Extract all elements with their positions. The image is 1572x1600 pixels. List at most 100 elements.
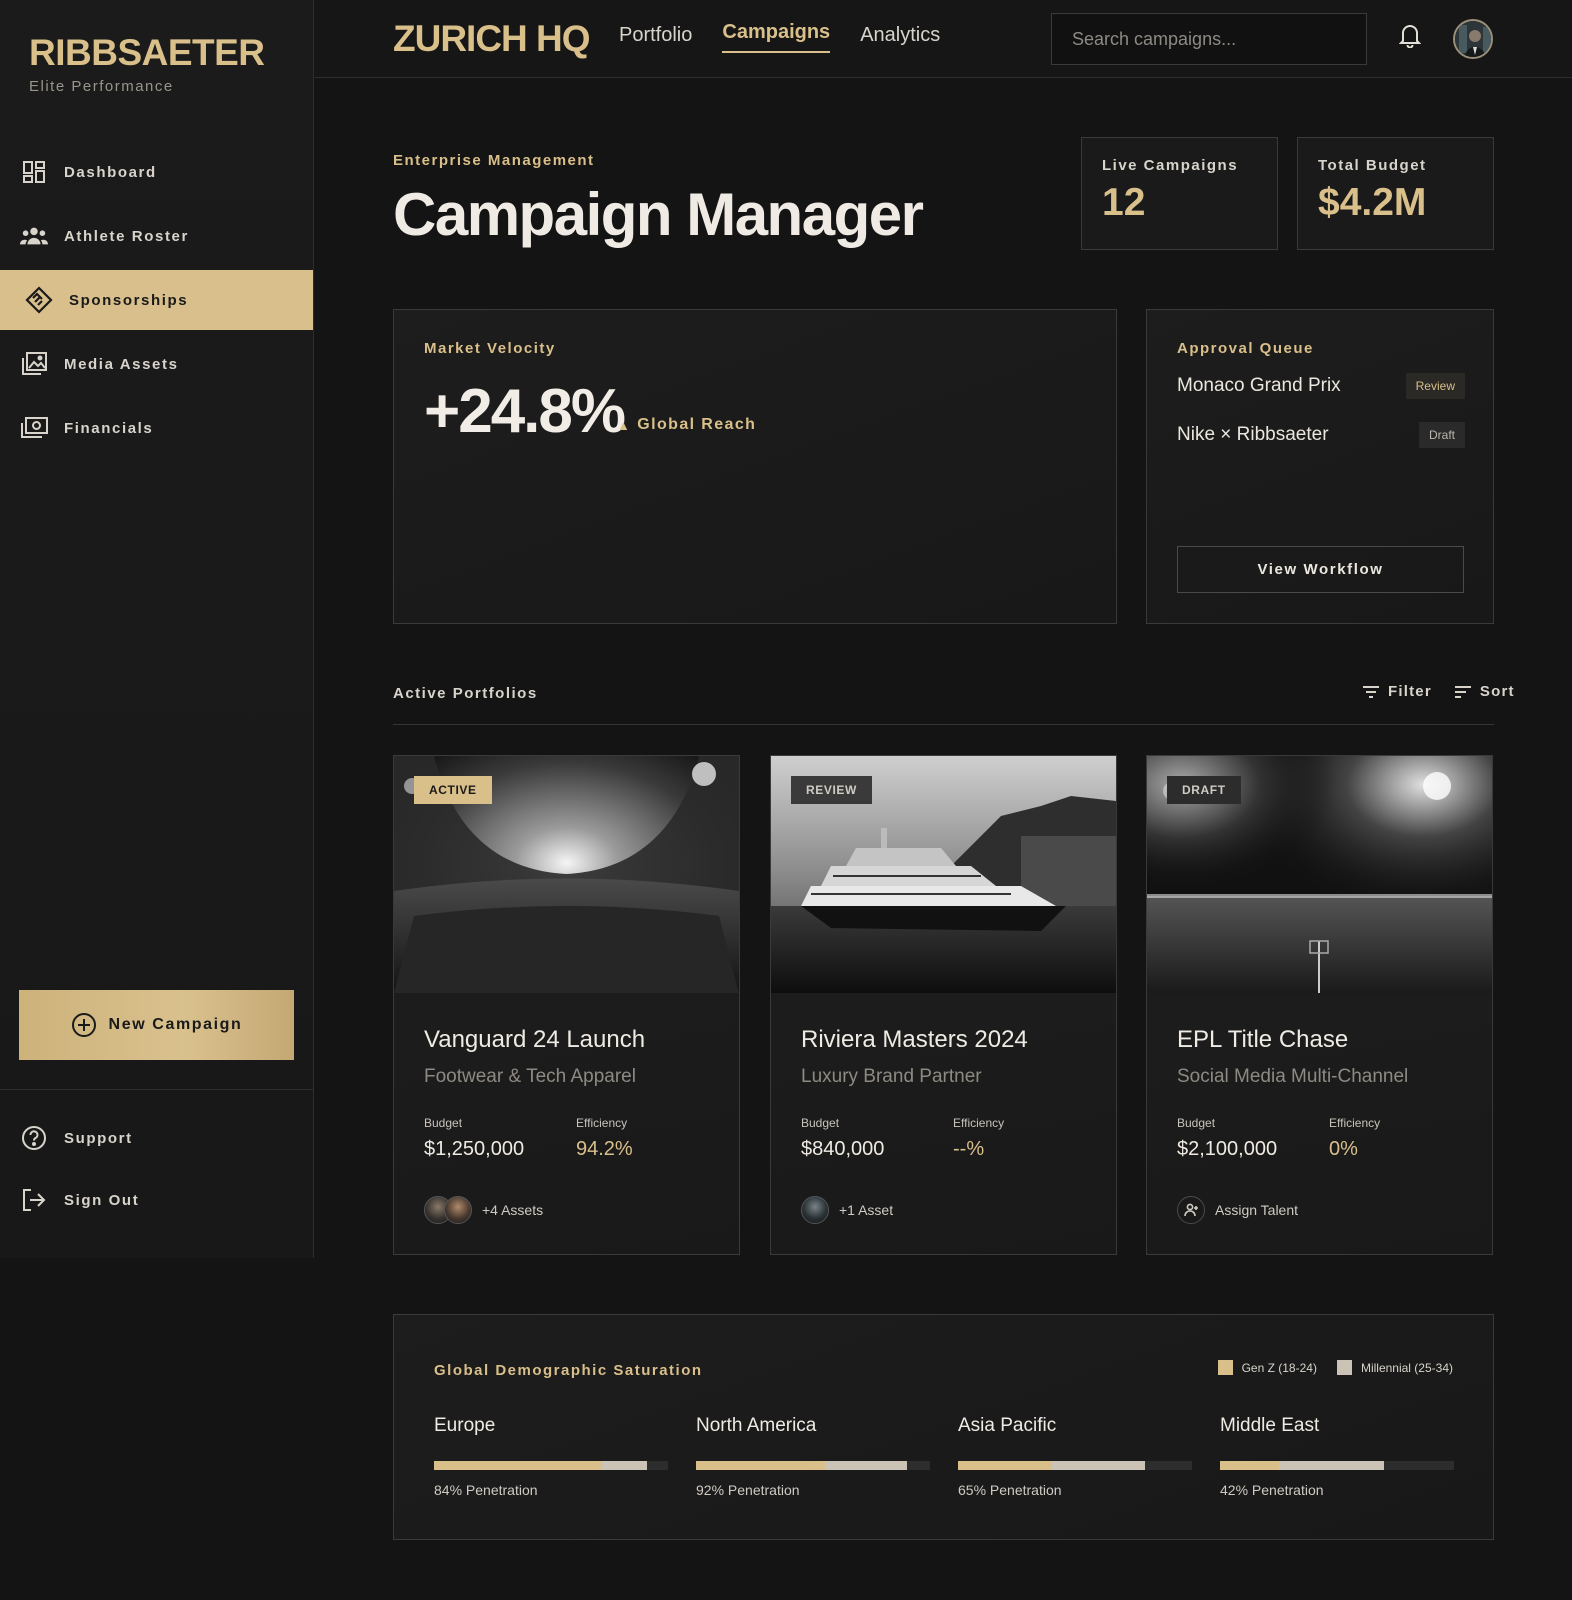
sidebar-bottom: Support Sign Out (0, 1109, 313, 1233)
portfolio-efficiency: Efficiency --% (953, 1116, 1004, 1161)
sort-label: Sort (1479, 683, 1515, 700)
sidebar-divider (0, 1089, 313, 1090)
portfolio-efficiency: Efficiency 0% (1329, 1116, 1380, 1161)
filter-button[interactable]: Filter (1362, 683, 1432, 700)
assign-talent-button[interactable]: Assign Talent (1177, 1196, 1298, 1224)
portfolio-budget: Budget $2,100,000 (1177, 1116, 1277, 1161)
approval-queue-card: Approval Queue Monaco Grand Prix Review … (1146, 309, 1494, 624)
portfolio-budget: Budget $840,000 (801, 1116, 884, 1161)
filter-icon (1362, 685, 1380, 699)
sidebar-item-label: Dashboard (64, 163, 157, 181)
stat-label: Live Campaigns (1102, 157, 1239, 174)
portfolio-card-epl[interactable]: DRAFT EPL Title Chase Social Media Multi… (1146, 755, 1493, 1255)
region-europe: Europe 84% Penetration (434, 1415, 668, 1498)
sidebar-item-media-assets[interactable]: Media Assets (0, 334, 313, 394)
budget-label: Budget (801, 1116, 840, 1130)
search-input[interactable] (1051, 13, 1367, 65)
efficiency-label: Efficiency (953, 1116, 1005, 1130)
top-nav: Portfolio Campaigns Analytics (619, 21, 970, 53)
sidebar-item-financials[interactable]: Financials (0, 398, 313, 458)
sidebar-item-label: Support (64, 1129, 133, 1147)
portfolio-subtitle: Footwear & Tech Apparel (424, 1066, 636, 1087)
market-velocity-label: Market Velocity (424, 340, 556, 357)
person-add-icon (1177, 1196, 1205, 1224)
help-icon (20, 1124, 48, 1152)
budget-label: Budget (1177, 1116, 1216, 1130)
user-avatar[interactable] (1453, 19, 1493, 59)
sidebar-item-support[interactable]: Support (0, 1109, 313, 1167)
sidebar-item-label: Sponsorships (69, 291, 189, 309)
view-workflow-button[interactable]: View Workflow (1177, 546, 1464, 593)
region-name: Middle East (1220, 1415, 1320, 1436)
legend-label: Gen Z (18-24) (1241, 1360, 1317, 1375)
market-velocity-delta: ▲ Global Reach (617, 416, 756, 434)
demographic-saturation-card: Global Demographic Saturation Gen Z (18-… (393, 1314, 1494, 1540)
triangle-up-icon: ▲ (617, 417, 632, 433)
region-penetration: 92% Penetration (696, 1482, 800, 1498)
saturation-bar (1220, 1461, 1454, 1470)
status-badge: Draft (1418, 422, 1465, 448)
region-penetration: 65% Penetration (958, 1482, 1062, 1498)
brand-name: RIBBSAETER (29, 32, 265, 73)
approval-item[interactable]: Nike × Ribbsaeter Draft (1177, 422, 1465, 448)
top-nav-analytics[interactable]: Analytics (860, 24, 940, 53)
portfolio-efficiency: Efficiency 94.2% (576, 1116, 633, 1161)
brand[interactable]: RIBBSAETER Elite Performance (29, 32, 265, 95)
sidebar-nav: Dashboard Athlete Roster Sponsorships Me… (0, 142, 313, 462)
bar-genz (696, 1461, 825, 1470)
portfolio-card-riviera[interactable]: REVIEW Riviera Masters 2024 Luxury Brand… (770, 755, 1117, 1255)
group-icon (20, 222, 48, 250)
portfolio-divider (393, 724, 1494, 725)
photo-library-icon (20, 350, 48, 378)
sidebar-item-sign-out[interactable]: Sign Out (0, 1171, 313, 1229)
top-nav-campaigns[interactable]: Campaigns (722, 21, 831, 53)
region-asia-pacific: Asia Pacific 65% Penetration (958, 1415, 1192, 1498)
region-penetration: 42% Penetration (1220, 1482, 1324, 1498)
efficiency-value: 94.2% (576, 1138, 633, 1160)
assets-count: +1 Asset (839, 1202, 894, 1218)
approval-item-name: Monaco Grand Prix (1177, 375, 1341, 396)
sort-button[interactable]: Sort (1454, 683, 1515, 700)
brand-subtitle: Elite Performance (29, 78, 174, 95)
portfolio-assets[interactable]: +1 Asset (801, 1196, 893, 1224)
stat-total-budget: Total Budget $4.2M (1297, 137, 1494, 250)
sidebar-item-dashboard[interactable]: Dashboard (0, 142, 313, 202)
approval-item-name: Nike × Ribbsaeter (1177, 424, 1329, 445)
sidebar-item-sponsorships[interactable]: Sponsorships (0, 270, 313, 330)
bar-genz (434, 1461, 602, 1470)
logout-icon (20, 1186, 48, 1214)
budget-value: $2,100,000 (1177, 1138, 1278, 1160)
avatar (444, 1196, 472, 1224)
stat-value: 12 (1102, 181, 1146, 224)
page-eyebrow: Enterprise Management (393, 152, 595, 169)
status-badge: DRAFT (1167, 776, 1241, 804)
region-name: North America (696, 1415, 817, 1436)
dashboard-icon (20, 158, 48, 186)
saturation-bar (696, 1461, 930, 1470)
filter-label: Filter (1388, 683, 1432, 700)
new-campaign-button[interactable]: New Campaign (19, 990, 294, 1060)
portfolio-assets[interactable]: +4 Assets (424, 1196, 543, 1224)
efficiency-label: Efficiency (576, 1116, 628, 1130)
bar-genz (1220, 1461, 1279, 1470)
handshake-icon (25, 286, 53, 314)
region-penetration: 84% Penetration (434, 1482, 538, 1498)
portfolio-subtitle: Social Media Multi-Channel (1177, 1066, 1409, 1087)
sidebar-item-athlete-roster[interactable]: Athlete Roster (0, 206, 313, 266)
portfolio-card-vanguard[interactable]: ACTIVE Vanguard 24 Launch Footwear & Tec… (393, 755, 740, 1255)
sort-icon (1454, 685, 1472, 699)
sidebar-item-label: Financials (64, 419, 154, 437)
top-nav-portfolio[interactable]: Portfolio (619, 24, 692, 53)
status-badge: Review (1405, 373, 1465, 399)
sidebar-item-label: Sign Out (64, 1191, 140, 1209)
stat-label: Total Budget (1318, 157, 1427, 174)
budget-value: $840,000 (801, 1138, 885, 1160)
demographic-title: Global Demographic Saturation (434, 1362, 703, 1379)
active-portfolios-title: Active Portfolios (393, 685, 538, 702)
hq-title[interactable]: ZURICH HQ (393, 18, 591, 60)
stadium-image: ACTIVE (394, 756, 739, 993)
budget-label: Budget (424, 1116, 463, 1130)
approval-item[interactable]: Monaco Grand Prix Review (1177, 373, 1465, 399)
portfolio-title: EPL Title Chase (1177, 1026, 1349, 1053)
notifications-icon[interactable] (1395, 20, 1425, 50)
